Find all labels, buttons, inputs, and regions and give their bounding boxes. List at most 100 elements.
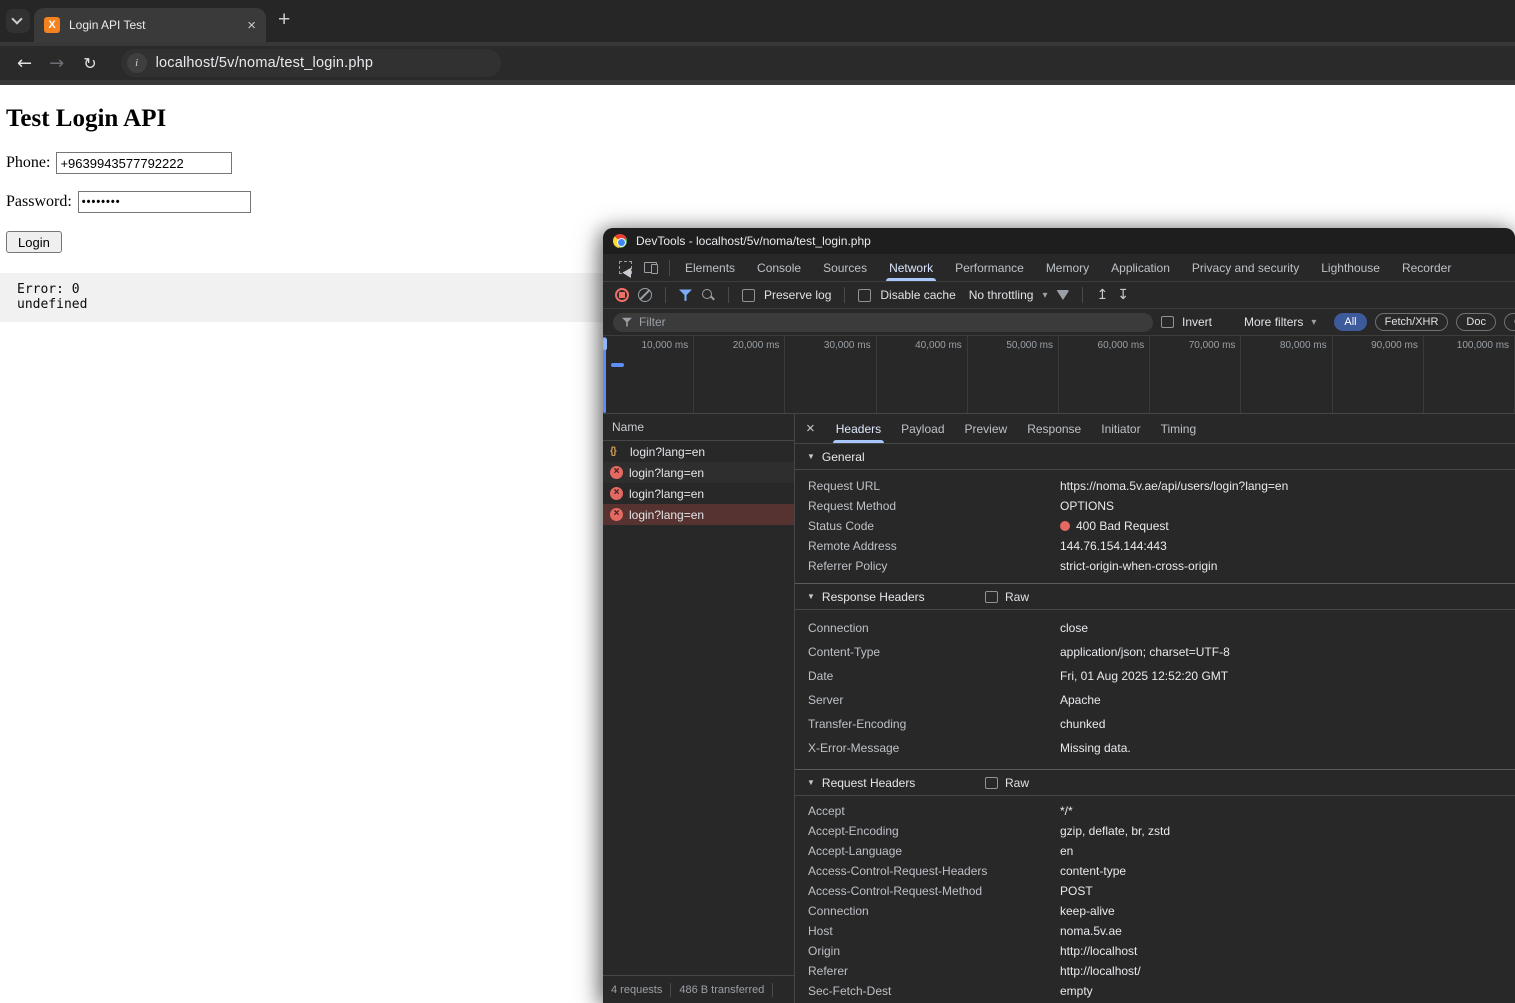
tab-network[interactable]: Network — [878, 254, 944, 281]
invert-checkbox[interactable] — [1161, 316, 1174, 328]
detail-tab-payload[interactable]: Payload — [891, 414, 954, 443]
chip-css[interactable]: CSS — [1504, 313, 1515, 331]
browser-tab[interactable]: X Login API Test × — [34, 8, 266, 42]
triangle-down-icon: ▼ — [807, 592, 815, 601]
tab-performance[interactable]: Performance — [944, 254, 1035, 281]
output-line-1: Error: 0 — [17, 282, 80, 297]
tab-search-button[interactable] — [6, 9, 30, 33]
detail-tab-initiator[interactable]: Initiator — [1091, 414, 1150, 443]
network-filter-row: Filter Invert More filters ▾ All Fetch/X… — [603, 309, 1515, 336]
inspect-element-icon[interactable] — [619, 261, 632, 274]
filter-funnel-icon[interactable] — [679, 289, 692, 302]
timeline-request-bar — [611, 363, 624, 367]
devtools-tabbar: Elements Console Sources Network Perform… — [603, 254, 1515, 282]
json-icon: {} — [610, 446, 624, 457]
chip-fetch-xhr[interactable]: Fetch/XHR — [1375, 313, 1449, 331]
network-toolbar: Preserve log Disable cache No throttling… — [603, 282, 1515, 309]
tab-memory[interactable]: Memory — [1035, 254, 1100, 281]
page-title: Test Login API — [6, 105, 166, 133]
request-row[interactable]: × login?lang=en — [603, 462, 794, 483]
timeline-tick: 50,000 ms — [968, 336, 1059, 413]
record-stop-icon[interactable] — [615, 288, 629, 302]
devtools-window-title: DevTools - localhost/5v/noma/test_login.… — [636, 234, 871, 248]
xampp-favicon-icon: X — [44, 17, 60, 33]
general-section-header[interactable]: ▼ General — [795, 444, 1515, 470]
tab-close-icon[interactable]: × — [247, 18, 256, 33]
url-text: localhost/5v/noma/test_login.php — [156, 55, 374, 71]
forward-icon[interactable]: → — [49, 53, 64, 74]
more-filters-button[interactable]: More filters — [1244, 315, 1303, 329]
error-icon: × — [610, 508, 623, 521]
name-column-header[interactable]: Name — [603, 414, 794, 441]
filter-input[interactable]: Filter — [613, 313, 1153, 332]
timeline-tick: 80,000 ms — [1241, 336, 1332, 413]
export-har-icon[interactable]: ↧ — [1117, 287, 1129, 303]
timeline-tick: 10,000 ms — [603, 336, 694, 413]
timeline-activity-tick — [603, 338, 607, 350]
chip-all[interactable]: All — [1334, 313, 1366, 331]
network-conditions-icon[interactable] — [1056, 290, 1069, 300]
tab-privacy-security[interactable]: Privacy and security — [1181, 254, 1310, 281]
devtools-titlebar[interactable]: DevTools - localhost/5v/noma/test_login.… — [603, 228, 1515, 254]
detail-tabbar: × Headers Payload Preview Response Initi… — [795, 414, 1515, 444]
search-icon[interactable] — [701, 288, 715, 302]
detail-tab-preview[interactable]: Preview — [955, 414, 1018, 443]
phone-field[interactable] — [56, 152, 232, 174]
password-label: Password: — [6, 193, 72, 211]
divider — [669, 260, 670, 276]
timeline-tick: 30,000 ms — [785, 336, 876, 413]
preserve-log-label: Preserve log — [764, 288, 831, 302]
error-icon: × — [610, 466, 623, 479]
tab-console[interactable]: Console — [746, 254, 812, 281]
transferred-size: 486 B transferred — [671, 984, 772, 996]
timeline-tick: 20,000 ms — [694, 336, 785, 413]
throttling-select[interactable]: No throttling — [969, 288, 1034, 302]
url-bar[interactable]: i localhost/5v/noma/test_login.php — [121, 49, 501, 77]
detail-tab-response[interactable]: Response — [1017, 414, 1091, 443]
timeline-tick: 60,000 ms — [1059, 336, 1150, 413]
device-toolbar-icon[interactable] — [644, 262, 657, 273]
password-field[interactable] — [78, 191, 251, 213]
tab-elements[interactable]: Elements — [674, 254, 746, 281]
response-raw-checkbox[interactable] — [985, 591, 998, 603]
output-line-2: undefined — [17, 297, 87, 312]
response-headers-section-header[interactable]: ▼ Response Headers Raw — [795, 584, 1515, 610]
close-detail-icon[interactable]: × — [795, 414, 826, 443]
reload-icon[interactable]: ↻ — [83, 54, 96, 73]
browser-toolbar: ← → ↻ i localhost/5v/noma/test_login.php — [0, 42, 1515, 85]
network-status-bar: 4 requests 486 B transferred — [603, 975, 794, 1003]
phone-label: Phone: — [6, 154, 50, 172]
preserve-log-checkbox[interactable] — [742, 289, 755, 302]
login-button[interactable]: Login — [6, 231, 62, 253]
general-rows: Request URLhttps://noma.5v.ae/api/users/… — [795, 470, 1515, 583]
site-info-icon[interactable]: i — [127, 53, 147, 73]
requests-count: 4 requests — [603, 984, 670, 996]
clear-icon[interactable] — [638, 288, 652, 302]
raw-label: Raw — [1005, 590, 1029, 604]
error-icon: × — [610, 487, 623, 500]
import-har-icon[interactable]: ↥ — [1096, 287, 1108, 303]
caret-down-icon: ▾ — [1311, 317, 1316, 328]
devtools-window: DevTools - localhost/5v/noma/test_login.… — [603, 228, 1515, 1003]
request-row-selected[interactable]: × login?lang=en — [603, 504, 794, 525]
tab-lighthouse[interactable]: Lighthouse — [1310, 254, 1391, 281]
request-row[interactable]: × login?lang=en — [603, 483, 794, 504]
timeline-tick: 90,000 ms — [1333, 336, 1424, 413]
detail-tab-timing[interactable]: Timing — [1151, 414, 1207, 443]
request-headers-section-header[interactable]: ▼ Request Headers Raw — [795, 770, 1515, 796]
raw-label: Raw — [1005, 776, 1029, 790]
filter-funnel-small-icon — [622, 317, 632, 327]
triangle-down-icon: ▼ — [807, 452, 815, 461]
request-raw-checkbox[interactable] — [985, 777, 998, 789]
filter-placeholder: Filter — [639, 315, 666, 329]
chip-doc[interactable]: Doc — [1456, 313, 1496, 331]
tab-application[interactable]: Application — [1100, 254, 1181, 281]
back-icon[interactable]: ← — [17, 53, 32, 74]
disable-cache-checkbox[interactable] — [858, 289, 871, 302]
chrome-logo-icon — [613, 234, 627, 248]
tab-recorder[interactable]: Recorder — [1391, 254, 1462, 281]
new-tab-button[interactable]: + — [278, 8, 290, 32]
detail-tab-headers[interactable]: Headers — [826, 414, 891, 443]
request-row[interactable]: {} login?lang=en — [603, 441, 794, 462]
tab-sources[interactable]: Sources — [812, 254, 878, 281]
